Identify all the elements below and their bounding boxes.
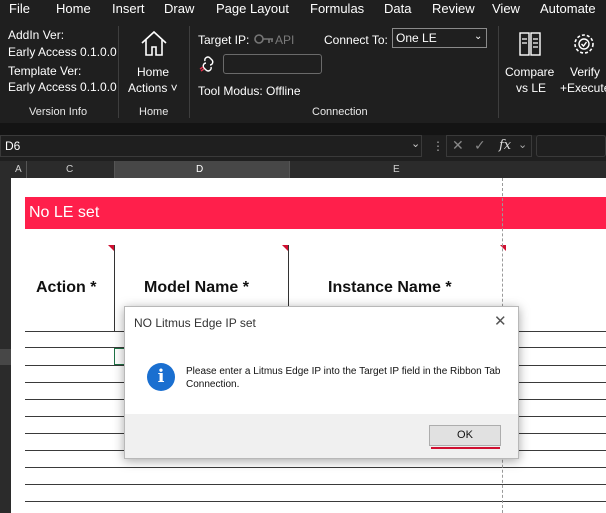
header-model-name: Model Name *	[144, 279, 249, 296]
connect-to-label: Connect To:	[324, 33, 388, 47]
insert-function-icon[interactable]: fx	[499, 138, 511, 153]
compare-icon	[519, 32, 541, 56]
version-info-group-label: Version Info	[29, 106, 88, 118]
compare-line2: vs LE	[516, 81, 547, 95]
status-banner-text: No LE set	[29, 204, 100, 221]
connection-group-label: Connection	[312, 106, 368, 118]
verify-line1: Verify	[570, 65, 601, 79]
row-line	[25, 501, 606, 502]
row-line	[25, 484, 606, 485]
ribbon-bottom-strip	[0, 123, 606, 135]
verify-execute-button[interactable]: Verify +Execute	[560, 28, 606, 100]
menu-view[interactable]: View	[492, 1, 520, 16]
row-line	[25, 467, 606, 468]
addin-version-label: AddIn Ver:	[8, 28, 65, 42]
info-icon: i	[147, 363, 175, 391]
cell-reference: D6	[5, 139, 21, 153]
check-icon[interactable]: ✓	[474, 137, 486, 154]
template-version-label: Template Ver:	[8, 64, 82, 78]
home-actions-line2: Actions ˅	[128, 81, 178, 95]
function-chevron-icon[interactable]: ⌄	[518, 138, 527, 151]
formula-input[interactable]	[536, 135, 606, 157]
column-divider	[114, 161, 115, 178]
ok-button[interactable]: OK	[429, 425, 501, 446]
menu-insert[interactable]: Insert	[112, 1, 145, 16]
comment-indicator	[108, 245, 114, 251]
home-actions-line1: Home	[137, 65, 170, 79]
more-options-icon: ⋮	[432, 139, 444, 153]
row-headers	[0, 178, 11, 513]
column-headers: A C D E	[0, 161, 606, 178]
ribbon: AddIn Ver: Early Access 0.1.0.0 Template…	[0, 20, 606, 123]
ribbon-separator	[118, 26, 119, 118]
cell-border	[114, 245, 115, 331]
menu-file[interactable]: File	[9, 1, 30, 16]
dialog-body: i Please enter a Litmus Edge IP into the…	[125, 338, 518, 414]
menu-automate[interactable]: Automate	[540, 1, 596, 16]
formula-controls: ✕ ✓ fx ⌄	[446, 135, 532, 157]
menu-bar: File Home Insert Draw Page Layout Formul…	[0, 0, 606, 20]
column-header-e[interactable]: E	[393, 164, 400, 175]
row-header-selected	[0, 349, 11, 365]
column-divider	[26, 161, 27, 178]
column-header-c[interactable]: C	[66, 164, 73, 175]
menu-review[interactable]: Review	[432, 1, 475, 16]
gear-icon	[574, 34, 594, 54]
menu-data[interactable]: Data	[384, 1, 411, 16]
menu-page-layout[interactable]: Page Layout	[216, 1, 289, 16]
dialog-message: Please enter a Litmus Edge IP into the T…	[186, 366, 501, 390]
column-header-a[interactable]: A	[15, 164, 22, 175]
home-actions-button[interactable]: Home Actions ˅	[124, 28, 184, 100]
alert-dialog: NO Litmus Edge IP set ✕ i Please enter a…	[124, 306, 519, 459]
column-divider	[289, 161, 290, 178]
name-box[interactable]: D6	[0, 135, 422, 157]
ok-underline-annotation	[431, 447, 500, 449]
dialog-footer: OK	[125, 414, 518, 458]
chevron-down-icon: ⌄	[474, 31, 483, 42]
name-box-chevron-icon[interactable]: ⌄	[411, 137, 420, 150]
comment-indicator	[282, 245, 288, 251]
header-instance-name: Instance Name *	[328, 279, 452, 296]
target-ip-label: Target IP:	[198, 33, 250, 47]
tool-modus-status: Tool Modus: Offline	[198, 84, 301, 98]
template-version-value: Early Access 0.1.0.0	[8, 80, 117, 94]
home-group-label: Home	[139, 106, 169, 118]
connect-to-dropdown[interactable]: One LE ⌄	[392, 28, 487, 48]
compare-vs-le-button[interactable]: Compare vs LE	[502, 28, 558, 100]
comment-indicator	[500, 245, 506, 251]
api-label: API	[275, 33, 295, 47]
close-icon[interactable]: ✕	[494, 312, 507, 330]
verify-line2: +Execute	[560, 81, 606, 95]
home-icon	[141, 30, 167, 56]
compare-line1: Compare	[505, 65, 555, 79]
ribbon-separator	[189, 26, 190, 118]
column-header-d[interactable]: D	[196, 164, 203, 175]
dialog-title: NO Litmus Edge IP set	[134, 316, 256, 330]
target-ip-input[interactable]	[223, 54, 322, 74]
broken-link-icon	[199, 56, 214, 72]
header-action: Action *	[36, 279, 97, 296]
key-icon	[254, 34, 273, 44]
menu-formulas[interactable]: Formulas	[310, 1, 364, 16]
cancel-icon[interactable]: ✕	[452, 137, 464, 154]
menu-home[interactable]: Home	[56, 1, 91, 16]
formula-bar: D6 ⌄ ⋮ ✕ ✓ fx ⌄	[0, 135, 606, 161]
status-banner: No LE set	[25, 197, 606, 229]
connect-to-value: One LE	[396, 31, 437, 45]
menu-draw[interactable]: Draw	[164, 1, 194, 16]
ribbon-separator	[498, 26, 499, 118]
addin-version-value: Early Access 0.1.0.0	[8, 45, 117, 59]
